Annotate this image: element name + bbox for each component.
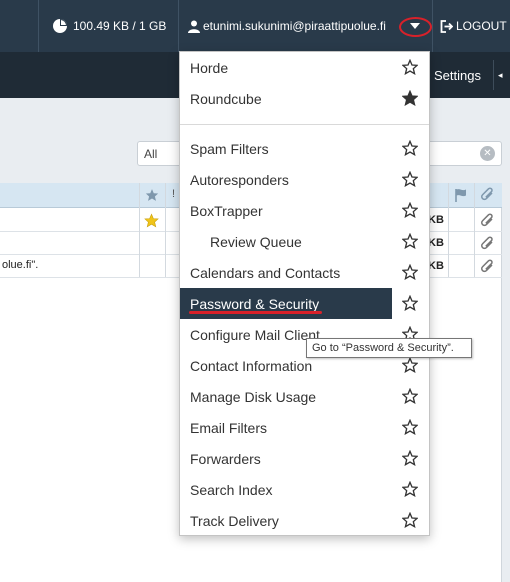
paperclip-icon — [481, 213, 493, 227]
menu-item-spam-filters[interactable]: Spam Filters — [180, 133, 429, 164]
menu-item-password-security[interactable]: Password & Security — [180, 288, 392, 319]
message-size-unit: KB — [428, 214, 444, 226]
user-icon — [188, 20, 200, 33]
star-icon[interactable] — [144, 213, 159, 228]
menu-item-label: Email Filters — [190, 419, 268, 436]
menu-item-horde[interactable]: Horde — [180, 52, 429, 83]
menu-item-label: Spam Filters — [190, 140, 269, 157]
flag-icon[interactable] — [455, 188, 467, 202]
menu-item-label: Search Index — [190, 481, 273, 498]
star-outline-icon[interactable] — [402, 450, 418, 466]
separator — [432, 0, 433, 52]
paperclip-icon — [481, 236, 493, 250]
star-outline-icon[interactable] — [402, 419, 418, 435]
pie-chart-icon — [53, 19, 67, 33]
column-divider — [139, 183, 140, 277]
menu-item-label: Contact Information — [190, 357, 313, 374]
column-divider — [448, 183, 449, 277]
menu-item-label: BoxTrapper — [190, 202, 263, 219]
separator — [493, 60, 494, 90]
menu-item-label: Roundcube — [190, 90, 262, 107]
tooltip-text: Go to “Password & Security”. — [312, 342, 454, 354]
logout-icon — [440, 19, 453, 33]
star-outline-icon[interactable] — [402, 388, 418, 404]
menu-item-forwarders[interactable]: Forwarders — [180, 443, 429, 474]
star-filled-icon[interactable] — [402, 90, 418, 106]
star-outline-icon[interactable] — [402, 295, 418, 311]
star-outline-icon[interactable] — [402, 59, 418, 75]
star-outline-icon[interactable] — [402, 481, 418, 497]
disk-usage-label: 100.49 KB / 1 GB — [73, 19, 167, 33]
menu-item-label: Horde — [190, 59, 229, 76]
column-header-icon[interactable]: ! — [172, 188, 175, 200]
star-outline-icon[interactable] — [402, 357, 418, 373]
menu-item-calendars-and-contacts[interactable]: Calendars and Contacts — [180, 257, 429, 288]
star-outline-icon[interactable] — [402, 233, 418, 249]
account-dropdown-menu: Horde Roundcube Spam Filters Autorespond… — [179, 51, 430, 536]
highlight-underline — [189, 311, 322, 314]
menu-item-label: Autoresponders — [190, 171, 289, 188]
menu-item-autoresponders[interactable]: Autoresponders — [180, 164, 429, 195]
menu-item-label: Track Delivery — [190, 512, 279, 529]
menu-item-label: Manage Disk Usage — [190, 388, 317, 405]
menu-item-manage-disk-usage[interactable]: Manage Disk Usage — [180, 381, 429, 412]
tooltip: Go to “Password & Security”. — [306, 338, 472, 358]
menu-item-label: Password & Security — [190, 295, 320, 312]
message-size-unit: KB — [428, 237, 444, 249]
menu-item-track-delivery[interactable]: Track Delivery — [180, 505, 429, 536]
menu-item-search-index[interactable]: Search Index — [180, 474, 429, 505]
logout-label: LOGOUT — [456, 19, 507, 33]
star-outline-icon[interactable] — [402, 202, 418, 218]
more-arrow-icon[interactable]: ◂ — [498, 70, 503, 81]
star-outline-icon[interactable] — [402, 264, 418, 280]
separator — [178, 0, 179, 52]
menu-divider — [180, 124, 429, 125]
disk-usage: 100.49 KB / 1 GB — [52, 0, 166, 52]
settings-label: Settings — [434, 67, 481, 83]
column-divider — [165, 183, 166, 277]
column-divider — [474, 183, 475, 277]
paperclip-icon[interactable] — [481, 187, 495, 203]
menu-item-label: Review Queue — [210, 233, 302, 250]
menu-item-boxtrapper[interactable]: BoxTrapper — [180, 195, 429, 226]
menu-item-label: Configure Mail Client — [190, 326, 320, 343]
star-outline-icon[interactable] — [402, 140, 418, 156]
menu-item-label: Calendars and Contacts — [190, 264, 341, 281]
separator — [38, 0, 39, 52]
filter-value: All — [144, 147, 158, 161]
menu-item-email-filters[interactable]: Email Filters — [180, 412, 429, 443]
menu-item-roundcube[interactable]: Roundcube — [180, 83, 429, 114]
clear-filter-icon[interactable]: ✕ — [480, 146, 495, 161]
star-outline-icon[interactable] — [402, 512, 418, 528]
star-icon[interactable] — [145, 188, 159, 202]
menu-item-label: Forwarders — [190, 450, 261, 467]
top-bar: 100.49 KB / 1 GB etunimi.sukunimi@piraat… — [0, 0, 510, 52]
star-outline-icon[interactable] — [402, 171, 418, 187]
paperclip-icon — [481, 259, 493, 273]
user-account[interactable]: etunimi.sukunimi@piraattipuolue.fi — [188, 0, 386, 52]
highlight-circle — [399, 17, 432, 37]
user-email: etunimi.sukunimi@piraattipuolue.fi — [203, 19, 386, 33]
menu-item-review-queue[interactable]: Review Queue — [180, 226, 429, 257]
message-size-unit: KB — [428, 260, 444, 272]
settings-menu[interactable]: Settings — [434, 52, 481, 98]
message-snippet: olue.fi". — [2, 259, 39, 271]
logout-button[interactable]: LOGOUT — [440, 0, 507, 52]
